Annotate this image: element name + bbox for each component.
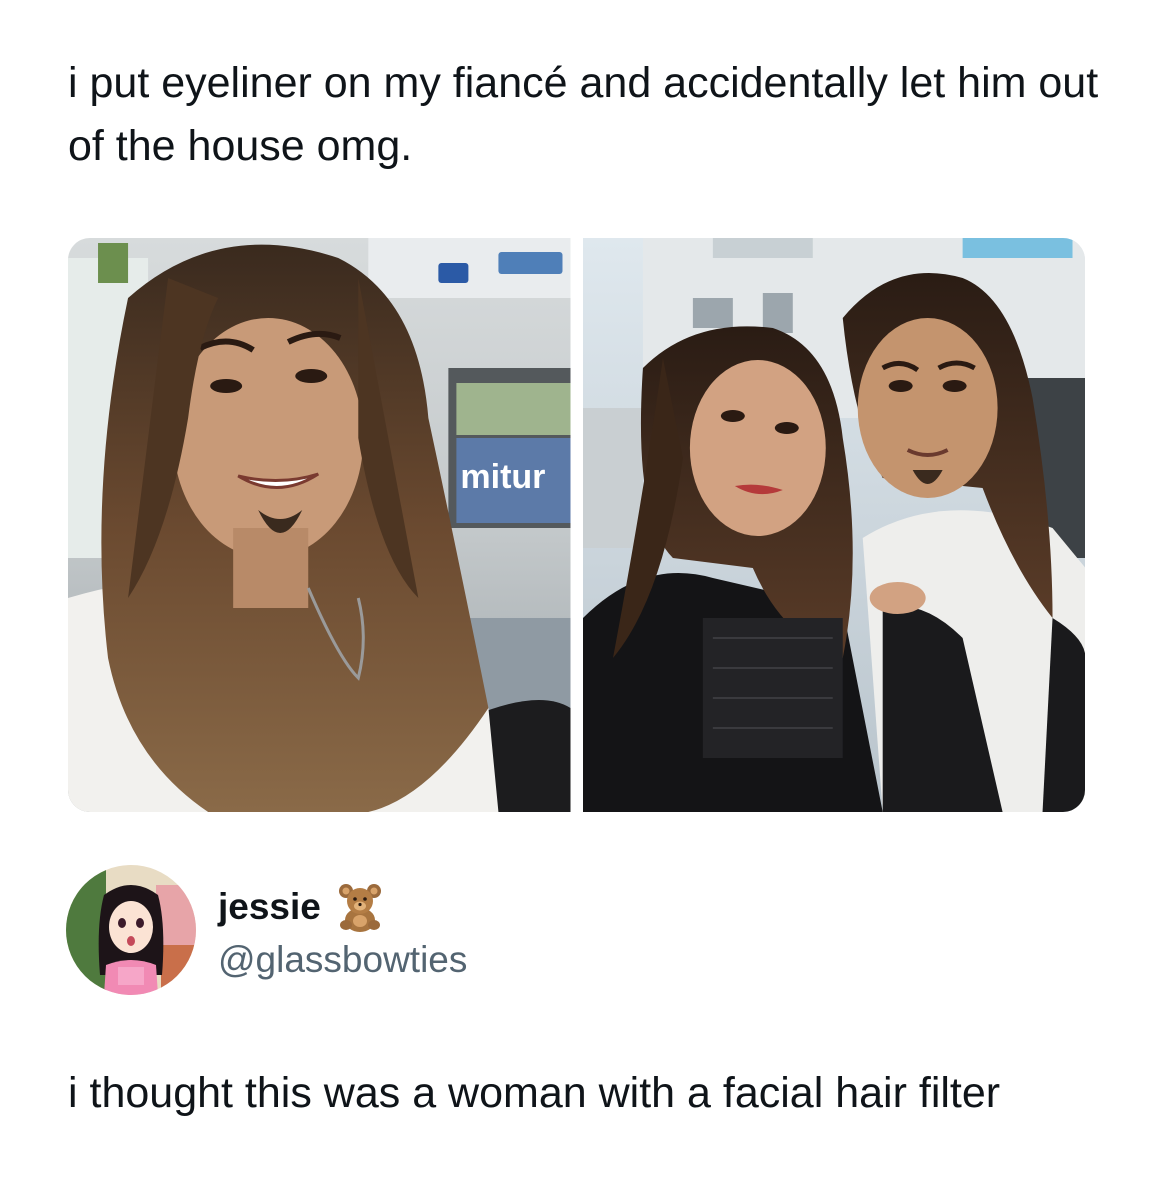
quoted-post-text: i put eyeliner on my fiancé and accident… bbox=[68, 59, 1099, 170]
teddy-bear-icon bbox=[338, 884, 381, 932]
avatar[interactable] bbox=[66, 865, 196, 995]
reply-text: i thought this was a woman with a facial… bbox=[68, 1069, 1001, 1117]
photo-right-couple[interactable] bbox=[582, 238, 1085, 812]
quoted-post-media[interactable]: mitur bbox=[68, 238, 1085, 812]
train-sign-text: mitur bbox=[460, 458, 545, 496]
photo-left-selfie[interactable]: mitur bbox=[68, 238, 571, 812]
display-name[interactable]: jessie bbox=[218, 886, 321, 928]
reply-author[interactable]: jessie @glassbowties bbox=[66, 864, 467, 996]
user-handle[interactable]: @glassbowties bbox=[218, 939, 467, 981]
